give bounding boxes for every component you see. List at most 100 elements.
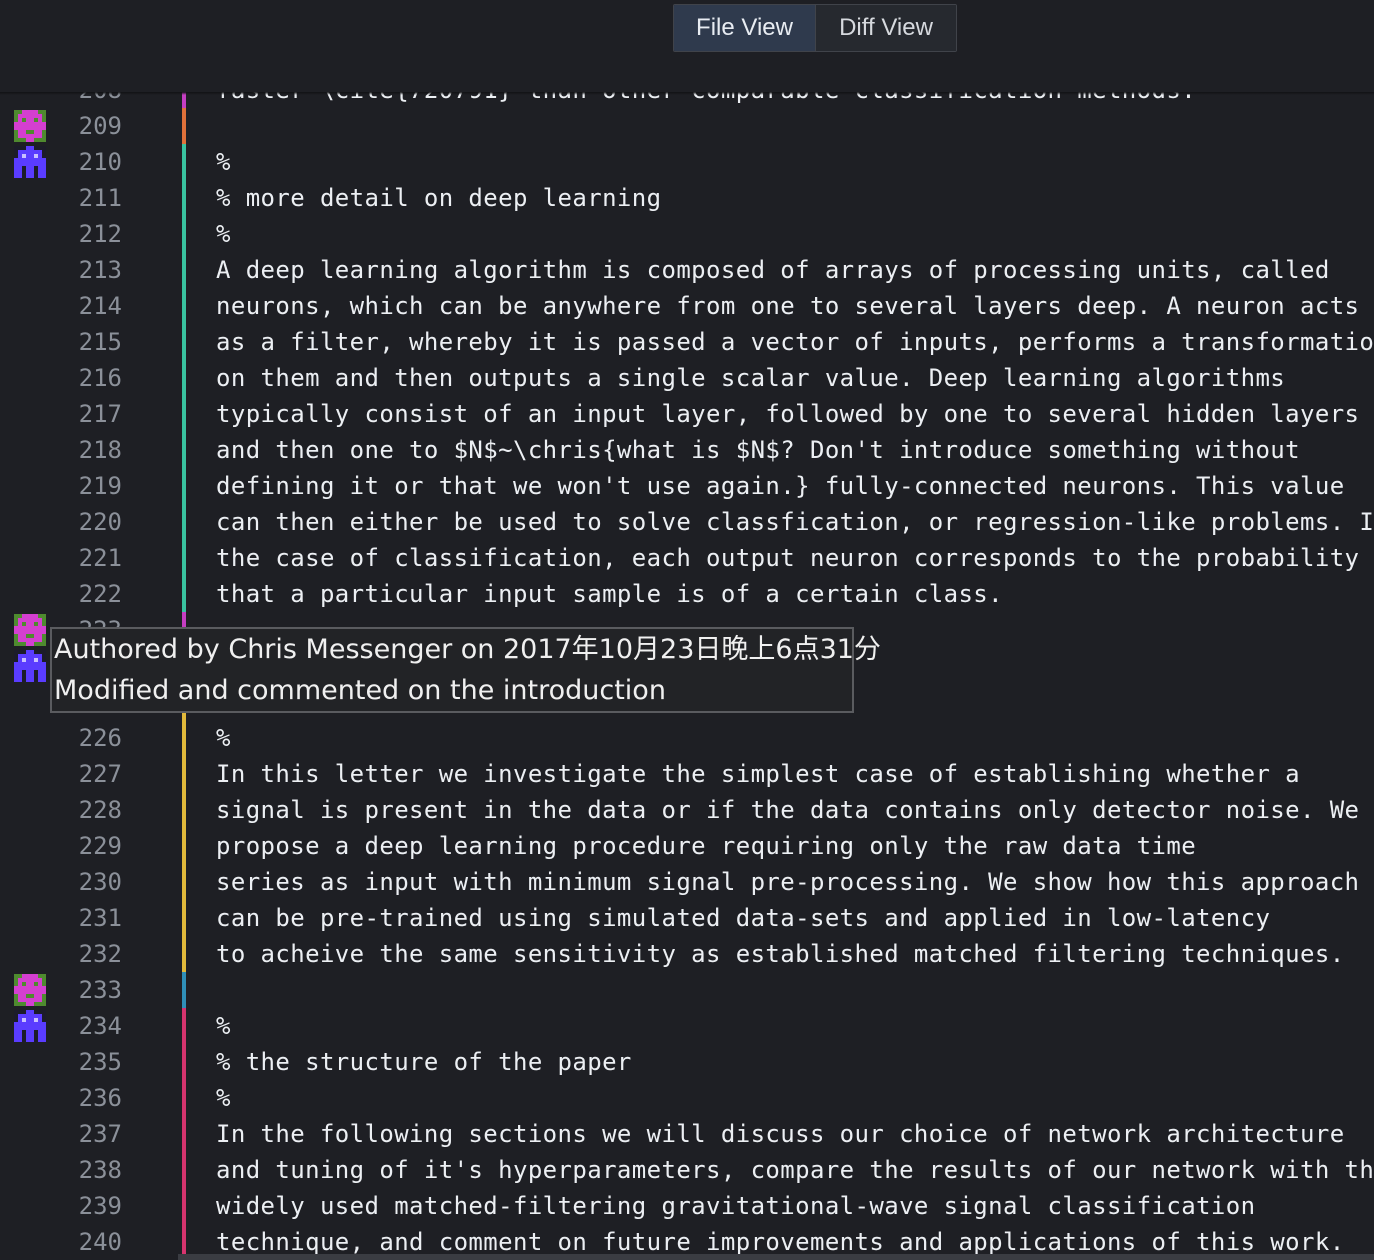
line-number: 229 [78,832,122,860]
code-line[interactable]: 220 can then either be used to solve clas… [0,504,1374,540]
code-text[interactable]: In this letter we investigate the simple… [216,756,1300,792]
line-number: 230 [78,868,122,896]
line-number: 220 [78,508,122,536]
code-line[interactable]: 210% [0,144,1374,180]
code-line[interactable]: 235 % the structure of the paper [0,1044,1374,1080]
code-line[interactable]: 231 can be pre-trained using simulated da… [0,900,1374,936]
blame-color-bar [182,540,186,576]
line-number: 211 [78,184,122,212]
line-number: 227 [78,760,122,788]
code-text[interactable]: series as input with minimum signal pre-… [216,864,1359,900]
code-text[interactable]: % [216,1080,231,1116]
code-text[interactable]: on them and then outputs a single scalar… [216,360,1285,396]
code-text[interactable]: signal is present in the data or if the … [216,792,1359,828]
view-header: File View Diff View [0,0,1374,92]
code-line[interactable]: 228 signal is present in the data or if t… [0,792,1374,828]
code-line[interactable]: 217 typically consist of an input layer, … [0,396,1374,432]
code-line[interactable]: 229 propose a deep learning procedure req… [0,828,1374,864]
blame-color-bar [182,504,186,540]
code-line[interactable]: 227 In this letter we investigate the sim… [0,756,1374,792]
line-number: 228 [78,796,122,824]
line-number: 216 [78,364,122,392]
code-line[interactable]: 212% [0,216,1374,252]
code-text[interactable]: to acheive the same sensitivity as estab… [216,936,1345,972]
code-line[interactable]: 230 series as input with minimum signal p… [0,864,1374,900]
author-avatar-pink-icon[interactable] [14,974,46,1006]
code-text[interactable]: and then one to $N$~\chris{what is $N$? … [216,432,1300,468]
line-number: 222 [78,580,122,608]
blame-color-bar [182,936,186,972]
code-line[interactable]: 238 and tuning of it's hyperparameters, c… [0,1152,1374,1188]
code-text[interactable]: % [216,216,231,252]
code-line[interactable]: 232 to acheive the same sensitivity as es… [0,936,1374,972]
author-avatar-pink-icon[interactable] [14,110,46,142]
code-line[interactable]: 221 the case of classification, each outp… [0,540,1374,576]
code-line[interactable]: 213 A deep learning algorithm is composed… [0,252,1374,288]
header-shadow [0,92,1374,95]
code-line[interactable]: 236% [0,1080,1374,1116]
code-line[interactable]: 233 [0,972,1374,1008]
code-line[interactable]: 226% [0,720,1374,756]
code-line[interactable]: 218 and then one to $N$~\chris{what is $N… [0,432,1374,468]
code-text[interactable]: A deep learning algorithm is composed of… [216,252,1330,288]
line-number: 233 [78,976,122,1004]
line-number: 238 [78,1156,122,1184]
blame-color-bar [182,792,186,828]
blame-color-bar [182,828,186,864]
line-number: 240 [78,1228,122,1256]
horizontal-scrollbar[interactable] [178,1254,1374,1260]
code-text[interactable]: as a filter, whereby it is passed a vect… [216,324,1374,360]
line-number: 237 [78,1120,122,1148]
code-line[interactable]: 216 on them and then outputs a single sca… [0,360,1374,396]
code-line[interactable]: 209 [0,108,1374,144]
tab-diff-view[interactable]: Diff View [816,5,956,51]
tab-file-view[interactable]: File View [674,5,816,51]
blame-color-bar [182,720,186,756]
code-text[interactable]: can be pre-trained using simulated data-… [216,900,1270,936]
code-text[interactable]: % [216,1008,231,1044]
code-text[interactable]: widely used matched-filtering gravitatio… [216,1188,1255,1224]
code-text[interactable]: % [216,144,231,180]
code-line[interactable]: 222 that a particular input sample is of … [0,576,1374,612]
author-avatar-blue-icon[interactable] [14,650,46,682]
blame-color-bar [182,864,186,900]
line-number: 235 [78,1048,122,1076]
author-avatar-pink-icon[interactable] [14,614,46,646]
blame-color-bar [182,144,186,180]
blame-color-bar [182,1188,186,1224]
tooltip-commit-message: Modified and commented on the introducti… [54,675,666,706]
code-text[interactable]: neurons, which can be anywhere from one … [216,288,1359,324]
blame-color-bar [182,468,186,504]
line-number: 234 [78,1012,122,1040]
code-text[interactable]: the case of classification, each output … [216,540,1359,576]
code-text[interactable]: that a particular input sample is of a c… [216,576,1003,612]
blame-color-bar [182,1152,186,1188]
code-line[interactable]: 215 as a filter, whereby it is passed a v… [0,324,1374,360]
code-text[interactable]: typically consist of an input layer, fol… [216,396,1359,432]
blame-color-bar [182,1008,186,1044]
blame-color-bar [182,1080,186,1116]
blame-color-bar [182,396,186,432]
code-line[interactable]: 234% [0,1008,1374,1044]
code-text[interactable]: can then either be used to solve classfi… [216,504,1374,540]
author-avatar-blue-icon[interactable] [14,146,46,178]
code-text[interactable]: defining it or that we won't use again.}… [216,468,1345,504]
blame-color-bar [182,576,186,612]
blame-color-bar [182,1044,186,1080]
code-line[interactable]: 239 widely used matched-filtering gravita… [0,1188,1374,1224]
author-avatar-blue-icon[interactable] [14,1010,46,1042]
code-text[interactable]: and tuning of it's hyperparameters, comp… [216,1152,1374,1188]
code-line[interactable]: 211 % more detail on deep learning [0,180,1374,216]
line-number: 239 [78,1192,122,1220]
code-line[interactable]: 219 defining it or that we won't use agai… [0,468,1374,504]
code-text[interactable]: % the structure of the paper [216,1044,632,1080]
code-text[interactable]: % more detail on deep learning [216,180,661,216]
line-number: 218 [78,436,122,464]
code-line[interactable]: 237 In the following sections we will dis… [0,1116,1374,1152]
blame-color-bar [182,756,186,792]
line-number: 226 [78,724,122,752]
code-line[interactable]: 214 neurons, which can be anywhere from o… [0,288,1374,324]
code-text[interactable]: % [216,720,231,756]
code-text[interactable]: In the following sections we will discus… [216,1116,1345,1152]
code-text[interactable]: propose a deep learning procedure requir… [216,828,1196,864]
